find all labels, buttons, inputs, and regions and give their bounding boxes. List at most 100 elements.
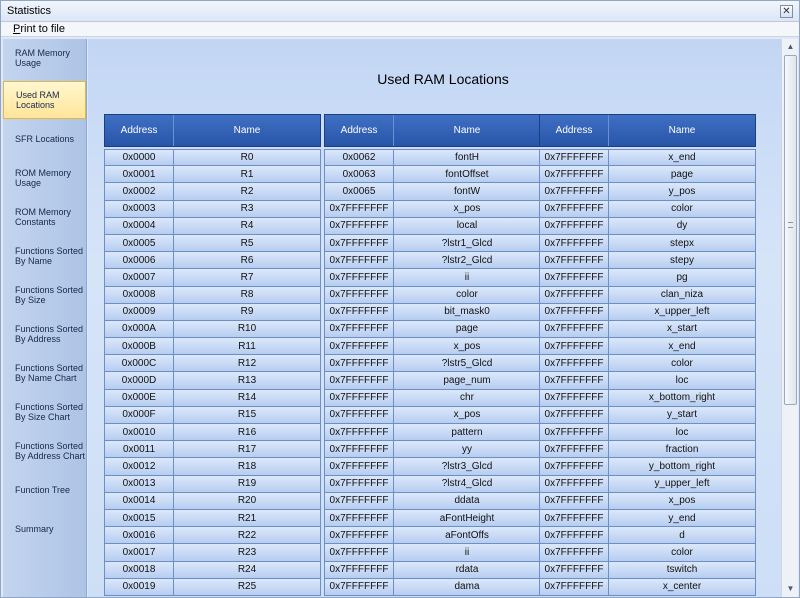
sidebar-item-function-tree[interactable]: Function Tree [3,471,87,509]
name-cell: stepy [670,254,694,266]
table-row: 0x7FFFFFFF ?lstr3_Glcd [324,458,541,476]
table-row: 0x7FFFFFFF dama [324,578,541,596]
table-row: 0x7FFFFFFF color [539,355,756,373]
sidebar-item-functions-by-address[interactable]: Functions Sorted By Address [3,315,87,353]
address-cell: 0x0009 [105,303,174,320]
sidebar-item-functions-by-size[interactable]: Functions Sorted By Size [3,276,87,314]
sidebar-item-rom-memory-constants[interactable]: ROM Memory Constants [3,198,87,236]
scroll-thumb[interactable] [784,55,797,405]
address-cell: 0x7FFFFFFF [325,492,394,509]
name-cell: rdata [455,564,479,576]
column-header-name[interactable]: Name [609,115,755,146]
column-header-name[interactable]: Name [394,115,540,146]
address-cell: 0x7FFFFFFF [540,150,609,166]
table-row: 0x7FFFFFFF tswitch [539,561,756,579]
name-cell: R6 [240,254,254,266]
address-cell: 0x000E [105,389,174,406]
address-cell: 0x0006 [105,252,174,269]
address-cell: 0x7FFFFFFF [540,458,609,475]
address-cell: 0x7FFFFFFF [540,166,609,183]
name-cell: y_bottom_right [648,460,716,472]
address-cell: 0x7FFFFFFF [540,355,609,372]
table-row: 0x000D R13 [104,372,321,390]
table-row: 0x000F R15 [104,406,321,424]
table-row: 0x7FFFFFFF local [324,217,541,235]
name-cell: ?lstr3_Glcd [441,460,493,472]
name-cell: d [679,529,685,541]
address-cell: 0x7FFFFFFF [540,475,609,492]
sidebar-item-functions-by-size-chart[interactable]: Functions Sorted By Size Chart [3,393,87,431]
address-cell: 0x0014 [105,492,174,509]
sidebar-item-summary[interactable]: Summary [3,510,87,548]
name-cell: R25 [237,581,257,593]
table-row: 0x7FFFFFFF color [539,544,756,562]
column-header-name[interactable]: Name [174,115,320,146]
address-cell: 0x7FFFFFFF [540,544,609,561]
table-row: 0x7FFFFFFF x_pos [324,338,541,356]
table-row: 0x0017 R23 [104,544,321,562]
table-row: 0x0007 R7 [104,269,321,287]
name-cell: R7 [240,271,254,283]
address-cell: 0x7FFFFFFF [540,338,609,355]
table-row: 0x7FFFFFFF x_pos [539,492,756,510]
name-cell: ?lstr5_Glcd [441,357,493,369]
table-row: 0x0018 R24 [104,561,321,579]
close-button[interactable]: ✕ [780,5,793,18]
name-cell: dama [454,581,480,593]
table-row: 0x0010 R16 [104,424,321,442]
vertical-scrollbar[interactable]: ▲ ▼ [781,39,798,597]
address-cell: 0x7FFFFFFF [540,372,609,389]
address-cell: 0x7FFFFFFF [540,492,609,509]
address-cell: 0x7FFFFFFF [540,217,609,234]
name-cell: R16 [237,426,257,438]
name-cell: color [671,203,693,215]
print-to-file-menu[interactable]: Print to file [13,23,65,35]
menu-bar: Print to file [1,22,799,37]
name-cell: ii [464,546,470,558]
address-cell: 0x7FFFFFFF [540,303,609,320]
sidebar-item-sfr-locations[interactable]: SFR Locations [3,120,87,158]
sidebar-item-functions-by-name-chart[interactable]: Functions Sorted By Name Chart [3,354,87,392]
address-cell: 0x7FFFFFFF [325,269,394,286]
sidebar-item-ram-memory-usage[interactable]: RAM Memory Usage [3,39,87,77]
column-header-address[interactable]: Address [105,115,174,146]
sidebar-item-functions-by-address-chart[interactable]: Functions Sorted By Address Chart [3,432,87,470]
scroll-up-arrow-icon[interactable]: ▲ [783,40,798,54]
ram-table-2: Address Name 0x0062 fontH 0x0063 fontOffset 0x… [324,114,541,596]
name-cell: x_end [668,152,696,164]
address-cell: 0x0019 [105,578,174,595]
column-header-address[interactable]: Address [325,115,394,146]
address-cell: 0x000D [105,372,174,389]
table-row: 0x7FFFFFFF color [324,286,541,304]
table-row: 0x7FFFFFFF d [539,527,756,545]
name-cell: ddata [454,495,480,507]
table-row: 0x7FFFFFFF ii [324,544,541,562]
address-cell: 0x7FFFFFFF [325,527,394,544]
table-row: 0x0013 R19 [104,475,321,493]
table-row: 0x7FFFFFFF y_pos [539,183,756,201]
table-row: 0x7FFFFFFF x_bottom_right [539,389,756,407]
sidebar-item-functions-by-name[interactable]: Functions Sorted By Name [3,237,87,275]
sidebar-item-rom-memory-usage[interactable]: ROM Memory Usage [3,159,87,197]
name-cell: y_pos [668,185,696,197]
name-cell: R5 [240,237,254,249]
name-cell: R20 [237,495,257,507]
table-row: 0x0001 R1 [104,166,321,184]
table-row: 0x7FFFFFFF pattern [324,424,541,442]
title-bar: Statistics ✕ [1,1,799,22]
name-cell: R8 [240,289,254,301]
scroll-down-arrow-icon[interactable]: ▼ [783,582,798,596]
column-header-address[interactable]: Address [540,115,609,146]
sidebar-item-used-ram-locations[interactable]: Used RAM Locations [3,81,86,119]
address-cell: 0x7FFFFFFF [540,441,609,458]
ram-table-1: Address Name 0x0000 R0 0x0001 R1 0x0002 R2 0x000… [104,114,321,596]
table-row: 0x7FFFFFFF clan_niza [539,286,756,304]
address-cell: 0x7FFFFFFF [540,200,609,217]
name-cell: R23 [237,546,257,558]
table-row: 0x7FFFFFFF chr [324,389,541,407]
address-cell: 0x7FFFFFFF [540,561,609,578]
name-cell: R22 [237,529,257,541]
name-cell: chr [460,392,474,404]
name-cell: aFontOffs [445,529,489,541]
name-cell: R2 [240,185,254,197]
